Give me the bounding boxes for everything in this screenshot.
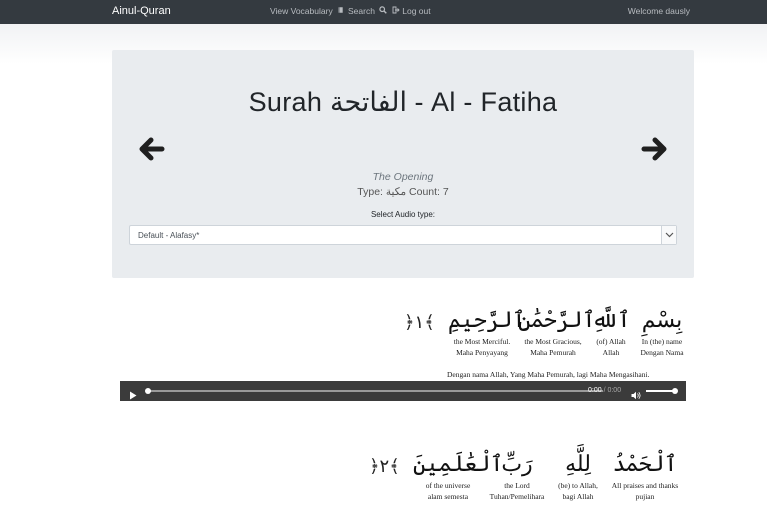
player-time: 0:00 / 0:00: [588, 387, 622, 394]
surah-subtitle: The Opening: [372, 171, 434, 183]
word-english: All praises and thanks: [611, 481, 679, 490]
word-indonesian: Dengan Nama: [640, 348, 684, 357]
verse-word: ٱللَّهِ (of) Allah Allah: [590, 306, 632, 358]
word-english: the Most Gracious,: [524, 337, 582, 346]
word-indonesian: alam semesta: [427, 492, 469, 501]
word-arabic: ٱلرَّحْمَٰنِ: [518, 308, 596, 333]
book-icon: [337, 6, 345, 16]
verse-word: ٱلْعَٰلَمِينَ of the universe alam semes…: [413, 450, 504, 502]
surah-title: Surah الفاتحة - Al - Fatiha: [248, 87, 558, 117]
verse-word: ٱلرَّحِيمِ the Most Merciful. Maha Penya…: [448, 306, 526, 358]
word-english: (of) Allah: [596, 337, 626, 346]
navbar: Ainul-Quran View Vocabulary Search Log o…: [0, 0, 767, 24]
search-icon: [379, 6, 388, 16]
arrow-right-icon[interactable]: [640, 134, 670, 164]
logout-link[interactable]: Log out: [390, 6, 431, 16]
word-english: of the universe: [425, 481, 471, 490]
word-indonesian: Maha Penyayang: [456, 348, 508, 357]
volume-icon[interactable]: [631, 387, 641, 405]
volume-thumb[interactable]: [672, 388, 678, 394]
time-total: 0:00: [607, 387, 622, 394]
verse-word: ٱلْحَمْدُ All praises and thanks pujian: [604, 450, 686, 502]
progress-track[interactable]: [148, 390, 603, 392]
welcome-text: Welcome dausly: [627, 6, 690, 16]
verse-word: بِسْمِ In (the) name Dengan Nama: [632, 306, 692, 358]
chevron-down-icon[interactable]: [661, 226, 676, 244]
word-english: In (the) name: [641, 337, 683, 346]
word-arabic: ٱلْعَٰلَمِينَ: [413, 452, 504, 477]
verse-number-marker: ﴿٢﴾: [369, 456, 400, 477]
logout-icon: [392, 6, 402, 16]
brand-link[interactable]: Ainul-Quran: [112, 5, 171, 17]
word-indonesian: Tuhan/Pemelihara: [489, 492, 545, 501]
progress-thumb[interactable]: [145, 388, 151, 394]
word-arabic: ٱلْحَمْدُ: [612, 452, 678, 477]
surah-header: Surah الفاتحة - Al - Fatiha The Opening …: [112, 50, 694, 278]
word-arabic: لِلَّهِ: [565, 452, 591, 477]
word-english: (be) to Allah,: [558, 481, 598, 490]
verse-translation: Dengan nama Allah, Yang Maha Pemurah, la…: [447, 370, 650, 379]
logout-label: Log out: [402, 6, 431, 16]
play-icon[interactable]: [129, 387, 137, 405]
audio-type-label: Select Audio type:: [370, 210, 436, 219]
audio-type-value: Default - Alafasy*: [138, 231, 200, 240]
arrow-left-icon[interactable]: [136, 134, 166, 164]
word-indonesian: pujian: [635, 492, 655, 501]
word-arabic: ٱلرَّحِيمِ: [448, 308, 526, 333]
word-english: the Lord: [504, 481, 530, 490]
word-indonesian: Allah: [602, 348, 620, 357]
word-english: the Most Merciful.: [453, 337, 511, 346]
verse-number-marker: ﴿١﴾: [404, 312, 435, 333]
word-arabic: ٱللَّهِ: [591, 308, 631, 333]
word-indonesian: Maha Pemurah: [530, 348, 576, 357]
verse-word: ٱلرَّحْمَٰنِ the Most Gracious, Maha Pem…: [518, 306, 596, 358]
verse-word: لِلَّهِ (be) to Allah, bagi Allah: [553, 450, 603, 502]
search-label: Search: [348, 6, 375, 16]
view-vocabulary-link[interactable]: View Vocabulary: [270, 6, 345, 16]
view-vocabulary-label: View Vocabulary: [270, 6, 333, 16]
word-indonesian: bagi Allah: [562, 492, 594, 501]
search-link[interactable]: Search: [348, 6, 388, 16]
audio-player: 0:00 / 0:00: [120, 381, 686, 401]
word-arabic: بِسْمِ: [641, 308, 683, 333]
time-current: 0:00: [588, 387, 602, 394]
audio-type-select[interactable]: Default - Alafasy*: [129, 225, 677, 245]
surah-type-count: Type: مكية Count: 7: [357, 186, 449, 198]
